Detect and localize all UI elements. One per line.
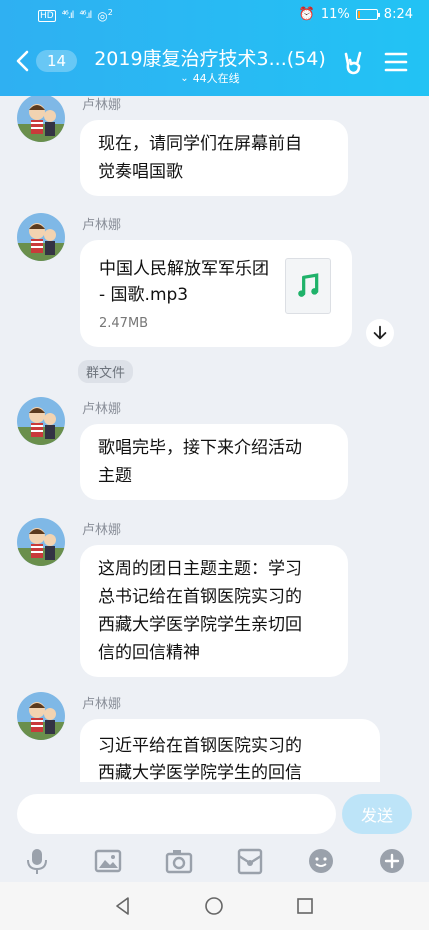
unread-badge: 14 (36, 50, 78, 72)
composer-toolbar (0, 846, 429, 876)
chat-area[interactable]: 卢林娜 现在，请同学们在屏幕前自 觉奏唱国歌 卢林娜 中国人民解放军军乐团 - … (0, 96, 429, 782)
sender-name: 卢林娜 (82, 402, 122, 417)
send-button[interactable]: 发送 (342, 794, 412, 834)
menu-icon[interactable] (384, 51, 408, 73)
status-bar: HD ⁴⁶.ıl ⁴⁶.ıl ◎2 ⏰ 11% 8:24 (0, 0, 429, 34)
file-message[interactable]: 中国人民解放军军乐团 - 国歌.mp3 2.47MB (80, 240, 352, 347)
camera-icon[interactable] (164, 846, 194, 876)
avatar-image (17, 692, 65, 740)
microphone-icon[interactable] (22, 846, 52, 876)
red-packet-icon[interactable] (235, 846, 265, 876)
file-tag: 群文件 (78, 360, 134, 383)
back-button[interactable]: 14 (14, 50, 78, 72)
online-count: 44人在线 (192, 72, 240, 85)
emoji-icon[interactable] (306, 846, 336, 876)
file-name: 中国人民解放军军乐团 - 国歌.mp3 (99, 259, 269, 305)
nav-back-icon[interactable] (112, 895, 134, 917)
battery-icon (355, 9, 380, 20)
avatar[interactable] (17, 518, 65, 566)
avatar-image (17, 518, 65, 566)
message-input[interactable] (17, 794, 336, 834)
avatar[interactable] (17, 692, 65, 740)
system-nav-bar (0, 882, 429, 930)
avatar-image (17, 96, 65, 142)
composer: 发送 (0, 782, 429, 882)
message-text: 习近平给在首钢医院实习的 西藏大学医学院学生的回信 (98, 736, 302, 782)
download-button[interactable] (366, 319, 394, 347)
file-size: 2.47MB (99, 316, 149, 331)
sender-name: 卢林娜 (82, 697, 122, 712)
avatar-image (17, 397, 65, 445)
avatar-image (17, 213, 65, 261)
page-title[interactable]: 2019康复治疗技术3...(54) (90, 44, 330, 71)
nav-recents-icon[interactable] (294, 895, 316, 917)
message-bubble[interactable]: 这周的团日主题主题：学习 总书记给在首钢医院实习的 西藏大学医学院学生亲切回 信… (80, 545, 348, 677)
avatar[interactable] (17, 397, 65, 445)
chevron-left-icon (16, 50, 29, 72)
chevron-circle-icon: ⌄ (180, 72, 189, 84)
message-bubble[interactable]: 现在，请同学们在屏幕前自 觉奏唱国歌 (80, 120, 348, 196)
online-status[interactable]: ⌄ 44人在线 (90, 70, 330, 86)
avatar[interactable] (17, 96, 65, 142)
arrow-down-icon (373, 325, 387, 340)
signal-4g-icon: ⁴⁶.ıl (61, 10, 75, 21)
message-bubble[interactable]: 习近平给在首钢医院实习的 西藏大学医学院学生的回信 (80, 719, 380, 782)
sender-name: 卢林娜 (82, 218, 122, 233)
nav-home-icon[interactable] (203, 895, 225, 917)
hotspot-icon: ◎2 (97, 8, 113, 23)
avatar[interactable] (17, 213, 65, 261)
sender-name: 卢林娜 (82, 523, 122, 538)
plus-icon[interactable] (377, 846, 407, 876)
battery-percent: 11% (320, 7, 350, 22)
message-text: 这周的团日主题主题：学习 总书记给在首钢医院实习的 西藏大学医学院学生亲切回 信… (98, 559, 302, 663)
message-bubble[interactable]: 歌唱完毕，接下来介绍活动 主题 (80, 424, 348, 500)
sender-name: 卢林娜 (82, 98, 122, 113)
message-text: 现在，请同学们在屏幕前自 觉奏唱国歌 (98, 134, 302, 182)
header: HD ⁴⁶.ıl ⁴⁶.ıl ◎2 ⏰ 11% 8:24 14 2019康复治疗… (0, 0, 429, 96)
rock-hand-icon[interactable] (338, 48, 368, 78)
title-bar: 14 2019康复治疗技术3...(54) ⌄ 44人在线 (0, 34, 429, 96)
alarm-icon: ⏰ (298, 7, 315, 22)
signal-4g-icon: ⁴⁶.ıl (79, 10, 92, 21)
image-icon[interactable] (93, 846, 123, 876)
message-text: 歌唱完毕，接下来介绍活动 主题 (98, 438, 302, 486)
music-file-icon (285, 258, 331, 314)
clock: 8:24 (383, 7, 413, 22)
hd-icon: HD (38, 9, 56, 22)
